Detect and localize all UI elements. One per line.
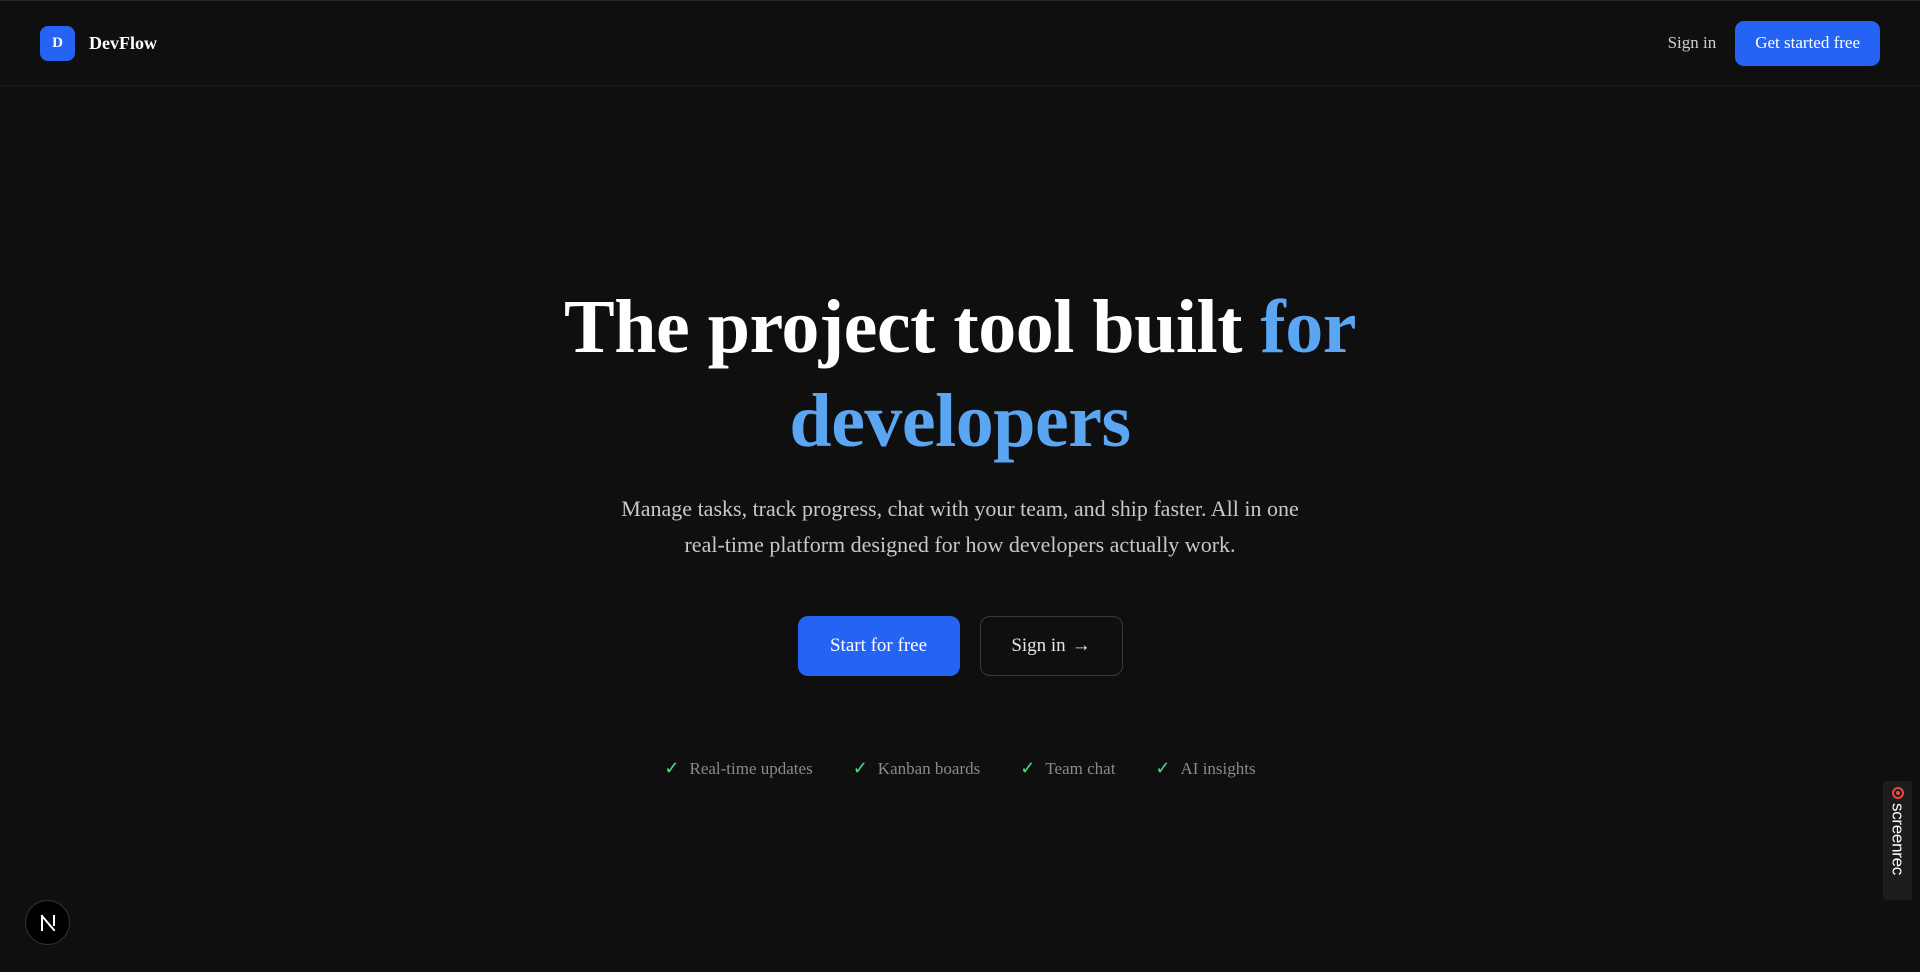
brand-name: DevFlow <box>89 32 157 53</box>
check-icon: ✓ <box>852 758 868 778</box>
hero-subtitle: Manage tasks, track progress, chat with … <box>0 491 1920 563</box>
hero-subtitle-line-2: real-time platform designed for how deve… <box>684 532 1236 557</box>
brand[interactable]: D DevFlow <box>40 25 157 61</box>
feature-item-realtime: ✓ Real-time updates <box>664 758 812 779</box>
feature-label: AI insights <box>1180 758 1256 778</box>
hero-title: The project tool built for developers <box>0 280 1920 468</box>
header-actions: Sign in Get started free <box>1668 20 1880 66</box>
hero-title-accent-for: for <box>1260 285 1356 369</box>
record-icon <box>1891 787 1904 799</box>
feature-label: Real-time updates <box>689 758 813 778</box>
feature-item-kanban: ✓ Kanban boards <box>853 758 981 779</box>
screenrec-widget[interactable]: screenrec <box>1883 781 1912 900</box>
nextjs-dev-badge[interactable] <box>25 900 70 945</box>
cta-row: Start for free Sign in → <box>0 616 1920 676</box>
sign-in-button[interactable]: Sign in → <box>979 616 1123 676</box>
screenrec-label: screenrec <box>1888 803 1908 875</box>
hero-title-accent-developers: developers <box>789 379 1131 463</box>
feature-item-chat: ✓ Team chat <box>1020 758 1115 779</box>
nextjs-logo-icon <box>40 914 55 931</box>
site-header: D DevFlow Sign in Get started free <box>0 1 1920 86</box>
feature-label: Team chat <box>1045 758 1116 778</box>
check-icon: ✓ <box>1020 758 1036 778</box>
feature-item-ai: ✓ AI insights <box>1155 758 1255 779</box>
check-icon: ✓ <box>664 758 680 778</box>
arrow-right-icon: → <box>1071 635 1091 656</box>
hero: The project tool built for developers <box>0 280 1920 468</box>
get-started-button[interactable]: Get started free <box>1735 20 1880 66</box>
hero-title-plain: The project tool built <box>564 285 1261 369</box>
feature-label: Kanban boards <box>877 758 981 778</box>
header-sign-in-link[interactable]: Sign in <box>1668 33 1717 53</box>
start-for-free-button[interactable]: Start for free <box>797 616 960 676</box>
hero-subtitle-line-1: Manage tasks, track progress, chat with … <box>621 496 1299 521</box>
check-icon: ✓ <box>1155 758 1171 778</box>
feature-list: ✓ Real-time updates ✓ Kanban boards ✓ Te… <box>0 758 1920 779</box>
sign-in-button-label: Sign in <box>1011 635 1066 656</box>
brand-logo: D <box>40 25 75 61</box>
